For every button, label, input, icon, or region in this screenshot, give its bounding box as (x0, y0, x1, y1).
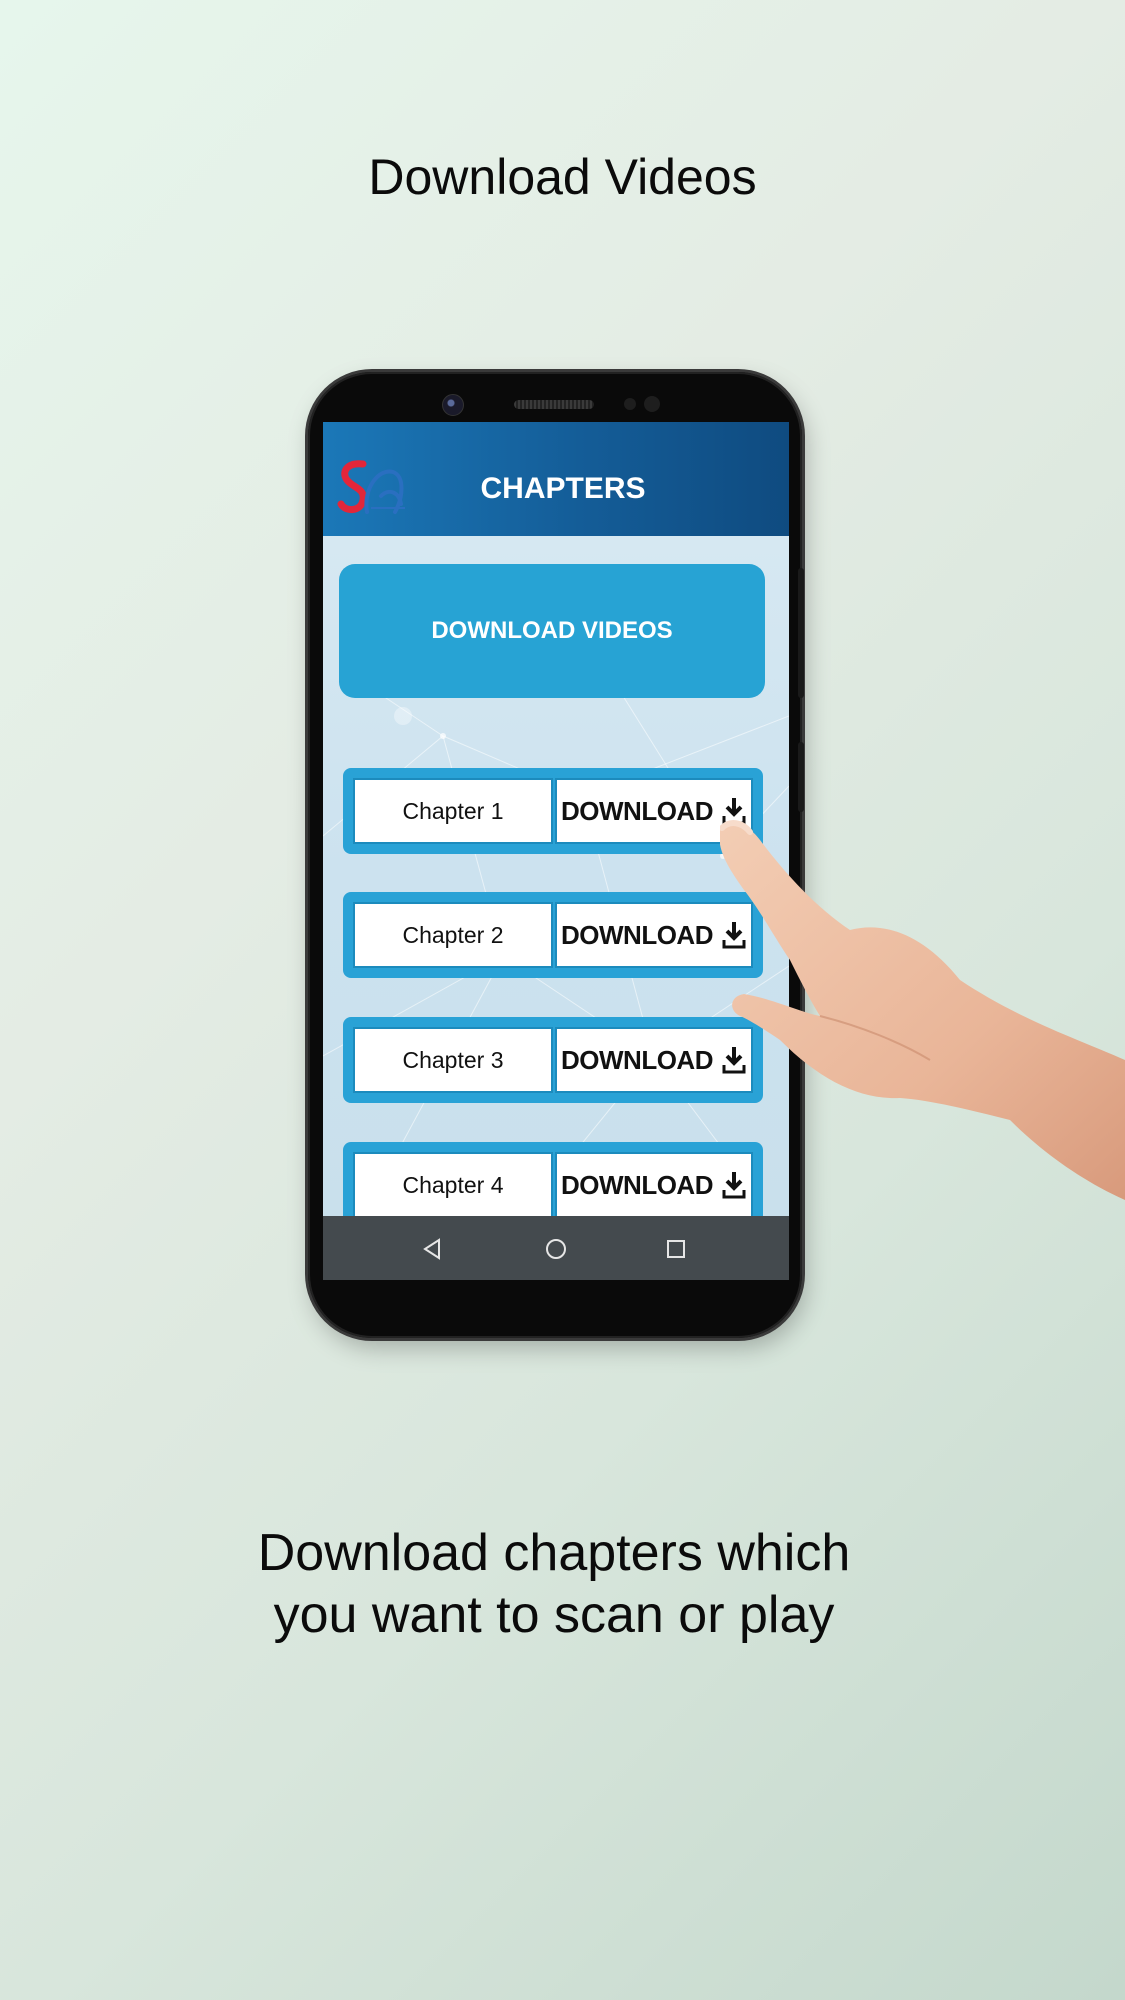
recents-icon[interactable] (661, 1234, 691, 1264)
chapter-row: Chapter 4 DOWNLOAD (343, 1142, 763, 1216)
camera-icon (442, 394, 464, 416)
sensor (644, 396, 660, 412)
back-icon[interactable] (417, 1234, 447, 1264)
download-label: DOWNLOAD (561, 1169, 713, 1200)
download-label: DOWNLOAD (561, 795, 713, 826)
speaker-grille (514, 400, 594, 409)
caption-line-2: you want to scan or play (273, 1586, 835, 1644)
chapter-row: Chapter 1 DOWNLOAD (343, 768, 763, 854)
home-icon[interactable] (541, 1234, 571, 1264)
app-bar: CHAPTERS (323, 422, 789, 536)
pointing-hand-image (720, 820, 1125, 1200)
chapter-name: Chapter 2 (353, 902, 553, 968)
caption-line-1: Download chapters which (257, 1524, 851, 1582)
chapter-name: Chapter 1 (353, 778, 553, 844)
download-videos-button[interactable]: DOWNLOAD VIDEOS (339, 564, 765, 698)
chapter-name: Chapter 3 (353, 1027, 553, 1093)
headline: Download Videos (368, 149, 757, 205)
chapter-name: Chapter 4 (353, 1152, 553, 1216)
app-bar-title: CHAPTERS (480, 472, 646, 505)
sensor (624, 398, 636, 410)
app-logo (337, 460, 405, 514)
caption: Download chapters which you want to scan… (0, 1522, 1108, 1646)
download-label: DOWNLOAD (561, 919, 713, 950)
side-button (798, 568, 804, 698)
chapter-row: Chapter 2 DOWNLOAD (343, 892, 763, 978)
chapter-row: Chapter 3 DOWNLOAD (343, 1017, 763, 1103)
download-label: DOWNLOAD (561, 1044, 713, 1075)
